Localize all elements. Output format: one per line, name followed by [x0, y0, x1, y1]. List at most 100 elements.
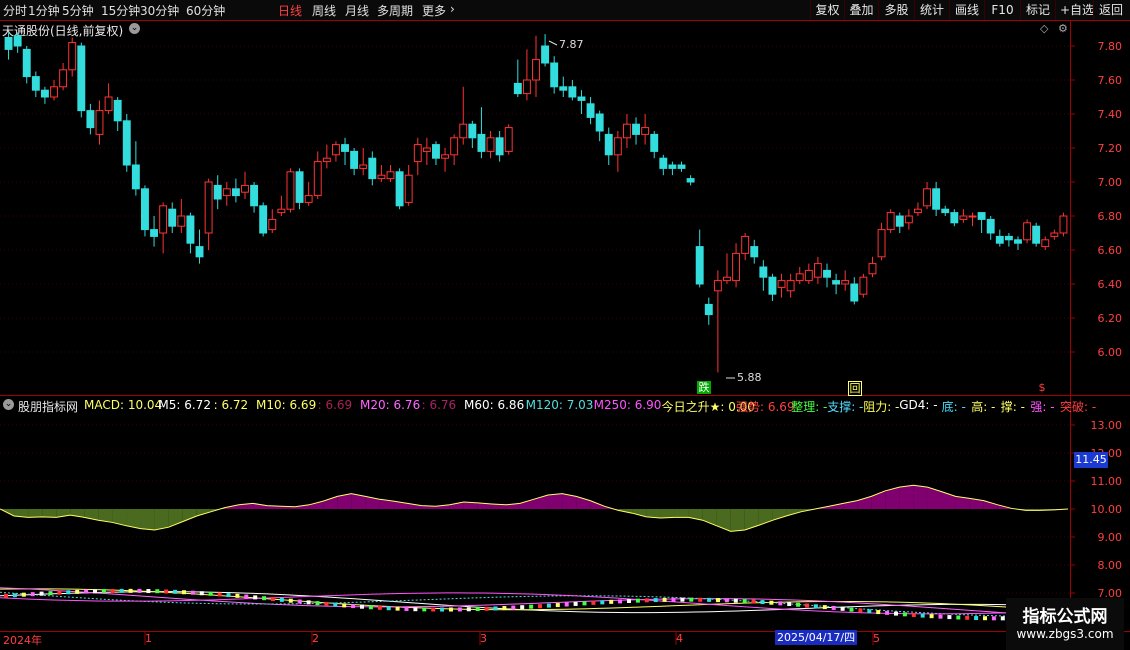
signal-dot — [822, 605, 827, 610]
candle-body — [459, 123, 468, 139]
signal-dot — [929, 614, 934, 619]
signal-dot — [173, 589, 178, 594]
cursor-date: 2025/04/17/四 — [775, 630, 858, 645]
candle-body — [150, 229, 159, 237]
signal-dot — [342, 603, 347, 608]
signal-dot — [698, 597, 703, 602]
signal-dot — [805, 603, 809, 608]
candle-body — [341, 144, 349, 152]
signal-dot — [57, 590, 62, 595]
date-axis-label: 1 — [145, 632, 152, 645]
indicator-item-12: 整理: - — [791, 400, 828, 414]
signal-dot — [493, 606, 498, 611]
price-axis-label: 6.40 — [1097, 278, 1123, 291]
kline-chart[interactable] — [0, 0, 1130, 650]
macd-area — [309, 501, 324, 509]
macd-area — [674, 509, 689, 518]
candle-body — [495, 137, 504, 156]
candle-body — [113, 99, 122, 122]
candle-body — [432, 144, 440, 159]
candle-body — [204, 181, 213, 234]
signal-dot — [644, 598, 649, 603]
candle-body — [13, 35, 22, 47]
candle-body — [322, 157, 331, 163]
date-axis-label: 2024年 — [3, 634, 42, 647]
date-axis-label: 5 — [873, 632, 880, 645]
candle-body — [868, 263, 877, 275]
ma-line-1 — [0, 588, 1069, 612]
macd-area — [548, 493, 563, 509]
candle-body — [759, 266, 768, 278]
candle-body — [168, 208, 177, 227]
chevron-down-icon[interactable]: ⌄ — [3, 399, 14, 410]
signal-dot — [440, 607, 445, 612]
candle-body — [559, 86, 568, 91]
candle-body — [713, 280, 722, 292]
candle-body — [977, 212, 986, 220]
candle-body — [286, 171, 295, 210]
candle-body — [141, 188, 149, 231]
candle-body — [377, 174, 386, 180]
indicator-item-20: 突破: - — [1060, 400, 1097, 414]
price-axis-label: 6.20 — [1097, 312, 1123, 325]
candle-body — [913, 208, 922, 214]
signal-dot — [262, 596, 267, 601]
signal-dot — [520, 605, 525, 610]
candle-body — [613, 137, 622, 156]
indicator-name[interactable]: 股朋指标网 — [18, 398, 78, 415]
candle-body — [841, 280, 850, 285]
signal-dot — [662, 597, 667, 602]
candle-body — [786, 280, 795, 292]
signal-dot — [315, 601, 320, 606]
candle-body — [304, 195, 313, 203]
indicator-current-value: 11.45 — [1074, 452, 1108, 468]
candle-body — [522, 79, 531, 95]
candle-body — [59, 69, 68, 88]
signal-dot — [226, 593, 231, 598]
macd-area — [28, 509, 43, 518]
macd-area — [772, 509, 787, 521]
candle-body — [195, 246, 204, 258]
candle-body — [622, 123, 631, 139]
signal-dot — [760, 600, 765, 605]
macd-area — [154, 509, 169, 530]
candle-body — [886, 212, 895, 231]
price-axis-label: 7.40 — [1097, 108, 1123, 121]
signal-dot — [689, 597, 694, 602]
price-axis-label: 7.20 — [1097, 142, 1123, 155]
signal-dot — [813, 604, 818, 609]
candle-body — [877, 229, 886, 258]
candle-body — [1023, 222, 1032, 241]
signal-dot — [39, 591, 44, 596]
candle-body — [368, 157, 377, 180]
indicator-item-18: 撑: - — [1000, 400, 1025, 414]
signal-dot — [360, 604, 364, 609]
indicator-item-7: M60: 6.86 — [464, 398, 525, 412]
candle-body — [1059, 215, 1068, 234]
signal-dot — [12, 593, 17, 598]
signal-dot — [208, 591, 213, 596]
high-pointer — [548, 40, 558, 46]
signal-dot — [146, 589, 151, 594]
candle-body — [222, 188, 231, 197]
candle-body — [422, 147, 431, 152]
signal-dot — [431, 607, 436, 612]
candle-body — [832, 280, 841, 285]
signal-dot — [1000, 616, 1005, 621]
macd-area — [632, 509, 647, 517]
signal-dot — [876, 610, 881, 615]
candle-body — [968, 215, 977, 218]
candle-body — [768, 276, 777, 295]
candle-body — [732, 252, 741, 282]
macd-area — [927, 487, 942, 509]
macd-area — [913, 485, 928, 509]
indicator-item-15: GD4: - — [899, 398, 938, 412]
watermark-title: 指标公式网 — [1022, 607, 1108, 627]
candle-body — [359, 164, 368, 169]
signal-dot — [778, 601, 783, 606]
candle-body — [268, 218, 277, 231]
signal-dot — [101, 589, 106, 594]
candle-body — [677, 164, 686, 169]
signal-dot — [466, 607, 471, 612]
signal-dot — [351, 604, 356, 609]
